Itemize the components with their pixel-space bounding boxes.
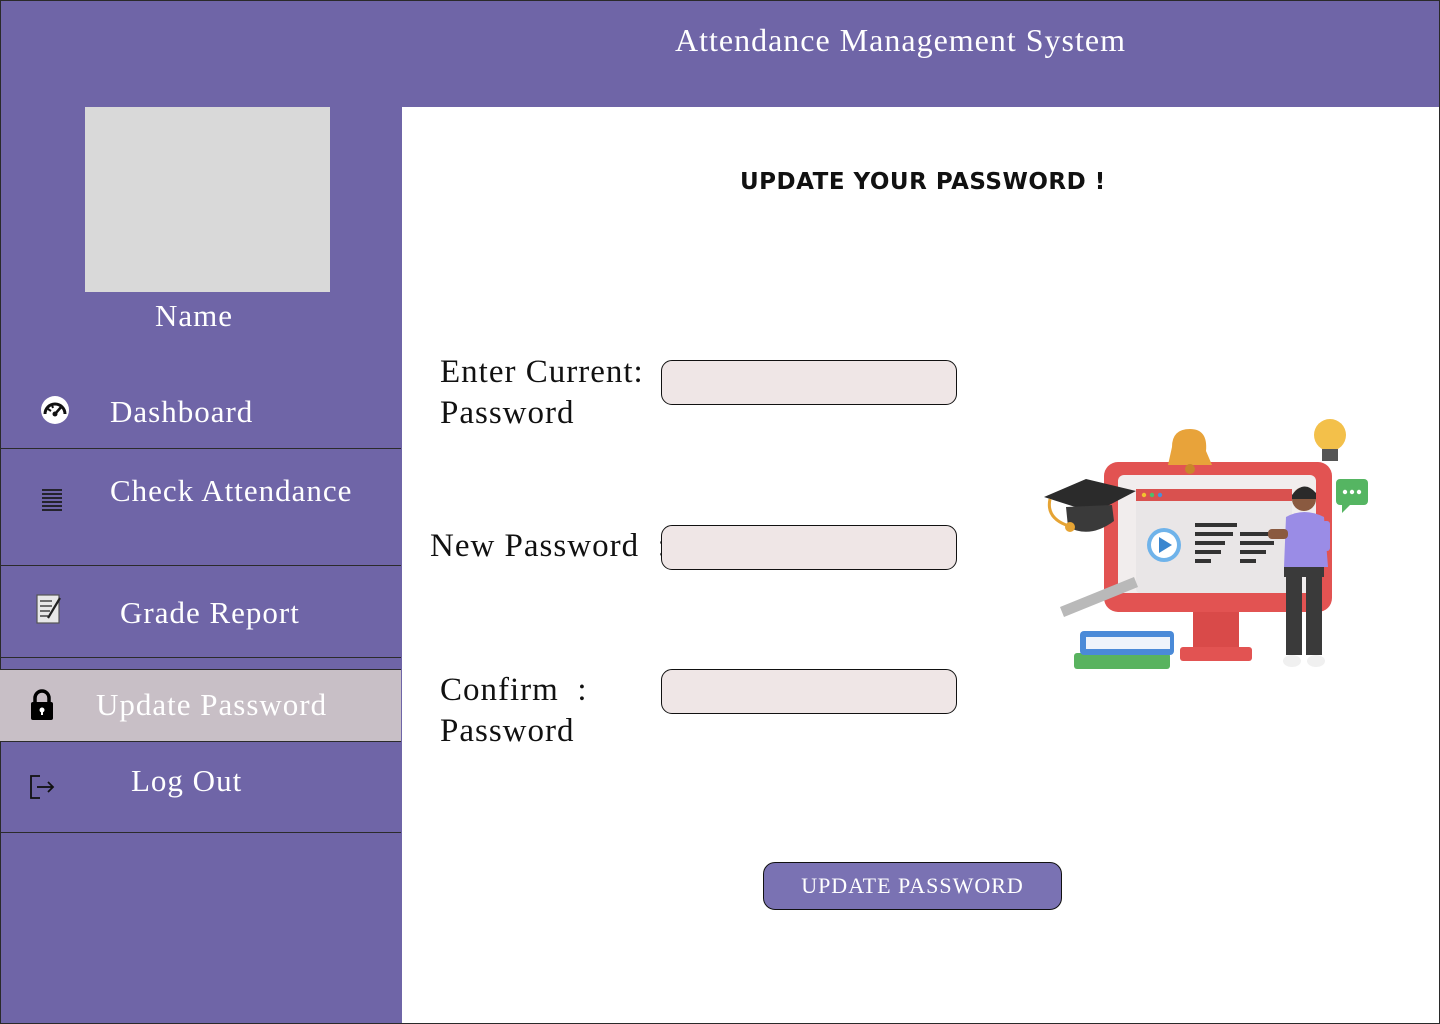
profile-photo bbox=[85, 107, 330, 292]
profile-name: Name bbox=[155, 298, 234, 333]
sidebar-item-label: Log Out bbox=[131, 763, 243, 798]
sidebar-item-update-password[interactable]: Update Password bbox=[0, 669, 401, 742]
current-password-label: Enter Current: Password bbox=[440, 354, 644, 431]
report-document-icon bbox=[36, 594, 62, 629]
logout-icon bbox=[28, 773, 56, 806]
sidebar-item-label: Dashboard bbox=[110, 394, 254, 429]
sidebar-divider bbox=[0, 657, 401, 658]
current-password-input[interactable] bbox=[661, 360, 957, 405]
confirm-password-input[interactable] bbox=[661, 669, 957, 714]
sidebar-item-log-out[interactable]: Log Out bbox=[0, 741, 401, 832]
new-password-input[interactable] bbox=[661, 525, 957, 570]
sidebar-item-check-attendance[interactable]: Check Attendance bbox=[0, 449, 401, 565]
list-lines-icon bbox=[41, 487, 63, 518]
sidebar-item-dashboard[interactable]: Dashboard bbox=[0, 380, 401, 448]
lock-icon bbox=[30, 689, 54, 726]
confirm-password-label: Confirm : Password bbox=[440, 672, 588, 749]
main-panel: UPDATE YOUR PASSWORD ! Enter Current: Pa… bbox=[402, 107, 1439, 1023]
app-title: Attendance Management System bbox=[675, 22, 1126, 58]
sidebar-divider bbox=[0, 832, 401, 833]
dashboard-gauge-icon bbox=[40, 395, 70, 430]
update-password-button[interactable]: UPDATE PASSWORD bbox=[763, 862, 1062, 910]
sidebar-item-label: Update Password bbox=[96, 687, 328, 722]
sidebar-item-grade-report[interactable]: Grade Report bbox=[0, 566, 401, 657]
sidebar-item-label: Check Attendance bbox=[110, 473, 353, 508]
new-password-label: New Password : bbox=[430, 528, 668, 564]
sidebar-item-label: Grade Report bbox=[120, 595, 300, 630]
education-computer-illustration bbox=[1044, 419, 1368, 669]
page-title: UPDATE YOUR PASSWORD ! bbox=[740, 169, 1106, 195]
